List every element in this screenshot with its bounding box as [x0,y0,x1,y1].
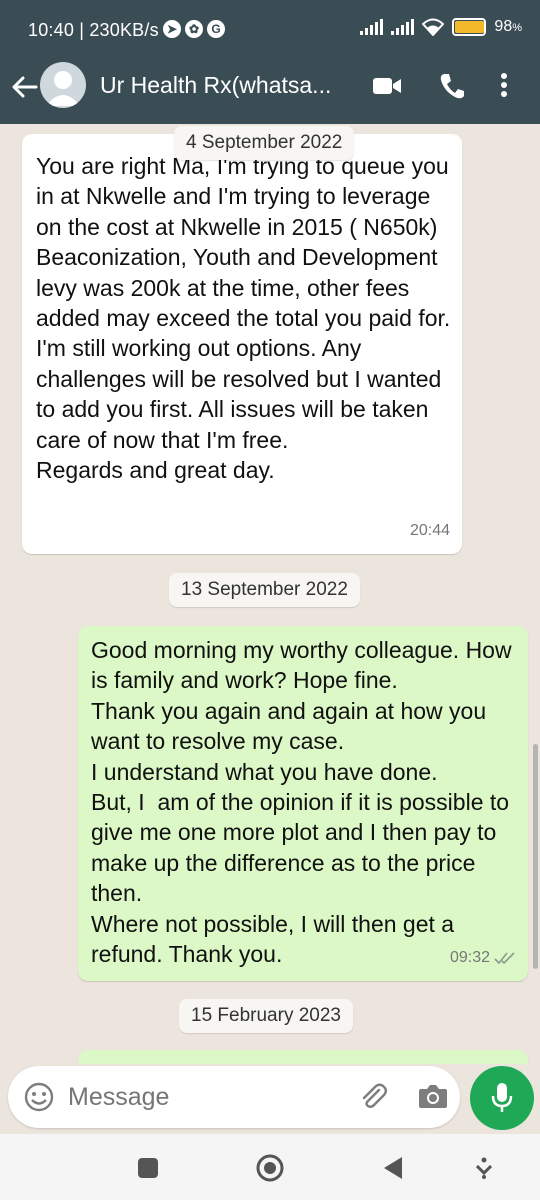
back-icon[interactable] [382,1156,404,1180]
mic-icon [491,1083,513,1112]
google-icon: G [207,20,225,38]
message-time: 09:32 [449,948,490,966]
wifi-icon [422,18,445,36]
status-time-speed: 10:40 | 230KB/s [28,20,159,40]
battery-icon [452,18,487,36]
chat-title[interactable]: Ur Health Rx(whatsa... [100,72,350,99]
date-chip: 13 September 2022 [169,573,360,607]
back-arrow-icon[interactable] [10,72,40,102]
photos-icon: ✿ [185,20,203,38]
battery-percent: 98% [494,18,522,35]
battery-fill [455,21,484,33]
status-bar: 10:40 | 230KB/s ➤ ✿ G 98% [0,0,540,60]
signal-icon [391,19,415,35]
status-app-icons: ➤ ✿ G [163,20,225,38]
date-chip: 4 September 2022 [174,126,355,160]
system-nav-bar [0,1134,540,1200]
message-text: Good morning my worthy colleague. How is… [91,637,512,968]
telegram-icon: ➤ [163,20,181,38]
message-meta: 20:44 [410,516,450,546]
outgoing-message[interactable]: Good morning my worthy colleague. How is… [78,626,528,981]
battery-value: 98 [494,18,513,35]
scrollbar[interactable] [533,744,538,969]
outgoing-message-partial[interactable] [78,1050,528,1064]
camera-icon[interactable] [418,1083,448,1109]
signal-icon [360,19,384,35]
status-right: 98% [360,18,522,36]
emoji-icon[interactable] [24,1082,54,1112]
chat-messages[interactable]: You are right Ma, I'm trying to queue yo… [0,124,540,1064]
home-icon[interactable] [256,1154,284,1182]
more-options-icon[interactable] [500,72,508,98]
recent-apps-icon[interactable] [137,1157,159,1179]
video-call-icon[interactable] [372,76,402,96]
attach-icon[interactable] [358,1082,388,1112]
message-text: You are right Ma, I'm trying to queue yo… [36,153,451,484]
message-meta: 09:32 [450,943,516,973]
nav-menu-icon[interactable] [474,1157,494,1179]
incoming-message[interactable]: You are right Ma, I'm trying to queue yo… [22,134,462,554]
voice-call-icon[interactable] [439,72,465,100]
double-check-icon [494,952,515,964]
message-input-bar[interactable] [8,1066,460,1128]
avatar[interactable] [40,62,86,108]
mic-button[interactable] [470,1066,534,1130]
date-chip: 15 February 2023 [179,999,353,1033]
message-time: 20:44 [409,521,450,539]
message-input[interactable] [66,1078,350,1116]
